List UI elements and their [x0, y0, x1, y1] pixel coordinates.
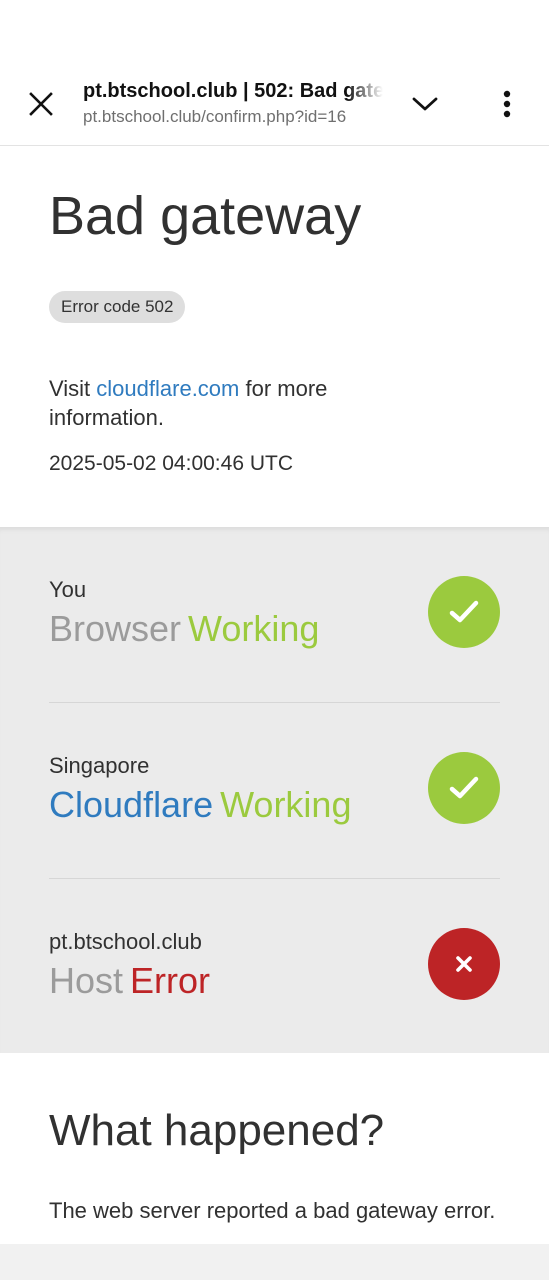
status-indicator-ok — [428, 576, 500, 648]
custom-tab-toolbar: pt.btschool.club | 502: Bad gateway pt.b… — [0, 60, 549, 146]
error-code-badge: Error code 502 — [49, 291, 186, 323]
x-icon — [456, 956, 472, 972]
status-kind: Browser — [49, 608, 182, 649]
page-title: Bad gateway — [49, 186, 362, 246]
what-happened-title: What happened? — [49, 1106, 385, 1155]
status-state: Error — [130, 960, 211, 1001]
status-indicator-error — [428, 928, 500, 1000]
status-line: Host Error — [49, 959, 210, 1003]
status-indicator-ok — [428, 752, 500, 824]
status-state: Working — [188, 608, 320, 649]
status-line: Cloudflare Working — [49, 783, 351, 827]
visit-prefix: Visit — [49, 376, 91, 401]
overflow-menu-button[interactable] — [484, 82, 530, 126]
chevron-down-icon — [412, 97, 438, 111]
close-icon — [29, 92, 53, 116]
status-bar — [0, 0, 549, 60]
status-location: You — [49, 577, 87, 602]
what-happened-body: The web server reported a bad gateway er… — [49, 1198, 496, 1223]
navigation-bar — [0, 1244, 549, 1280]
check-icon — [449, 600, 479, 623]
status-kind: Host — [49, 960, 124, 1001]
cloudflare-link[interactable]: cloudflare.com — [96, 376, 239, 401]
more-vert-icon — [503, 90, 511, 118]
timestamp: 2025-05-02 04:00:46 UTC — [49, 452, 293, 475]
status-location: Singapore — [49, 753, 150, 778]
close-button[interactable] — [16, 82, 66, 126]
check-icon — [449, 776, 479, 799]
expand-button[interactable] — [402, 82, 448, 126]
page-title-text: pt.btschool.club | 502: Bad gateway — [83, 80, 383, 102]
url-text[interactable]: pt.btschool.club/confirm.php?id=16 — [83, 104, 383, 130]
status-state: Working — [220, 784, 352, 825]
toolbar-titles: pt.btschool.club | 502: Bad gateway pt.b… — [83, 78, 383, 134]
error-header: Bad gateway Error code 502 Visit cloudfl… — [0, 146, 549, 527]
status-panel: You Browser Working Singapore Cloudflare W… — [0, 527, 549, 1053]
visit-text: Visit cloudflare.com for more informatio… — [49, 374, 409, 432]
status-row-browser: You Browser Working — [49, 527, 500, 703]
what-happened-section: What happened? The web server reported a… — [0, 1053, 549, 1244]
status-row-host: pt.btschool.club Host Error — [49, 879, 500, 1055]
status-line: Browser Working — [49, 607, 319, 651]
status-location: pt.btschool.club — [49, 929, 202, 954]
status-row-cloudflare: Singapore Cloudflare Working — [49, 703, 500, 879]
status-kind: Cloudflare — [49, 784, 214, 825]
